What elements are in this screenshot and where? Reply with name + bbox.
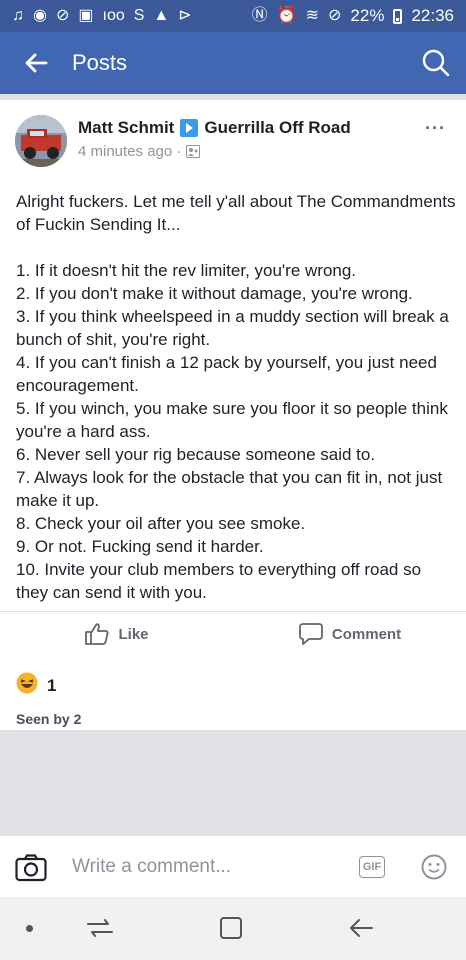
more-options-button[interactable]: ··· <box>425 118 446 139</box>
alert-icon: ▲ <box>153 7 170 24</box>
play-arrow-icon <box>180 119 199 137</box>
camera-icon: ◉ <box>33 7 47 24</box>
nav-dot-icon <box>26 925 33 932</box>
post-meta: 4 minutes ago · <box>78 143 201 160</box>
commandment-9: 9. Or not. Fucking send it harder. <box>16 537 264 556</box>
loo-icon: ıoo <box>102 7 125 24</box>
phone-icon: ⊘ <box>55 7 70 24</box>
commandment-4: 4. If you can't finish a 12 pack by your… <box>16 353 437 395</box>
gif-label: GIF <box>362 861 382 873</box>
gif-button[interactable]: GIF <box>359 856 385 878</box>
comment-input[interactable]: Write a comment... <box>72 856 231 878</box>
commandment-8: 8. Check your oil after you see smoke. <box>16 514 306 533</box>
commandment-7: 7. Always look for the obstacle that you… <box>16 468 443 510</box>
status-bar: ♫ ◉ ⊘ ▣ ıoo S ▲ ⊳ Ⓝ ⏰ ≋ ⊘ 22% 22:36 <box>0 0 466 32</box>
comment-composer: GIF <box>0 835 466 897</box>
seen-by[interactable]: Seen by 2 <box>16 711 81 727</box>
group-name[interactable]: Guerrilla Off Road <box>204 118 350 138</box>
wifi-icon: ≋ <box>305 7 320 24</box>
like-button[interactable]: Like <box>0 612 233 656</box>
commandment-6: 6. Never sell your rig because someone s… <box>16 445 376 464</box>
battery-percent: 22% <box>350 6 385 25</box>
tv-icon: ▣ <box>78 7 94 24</box>
notification-icons: ♫ ◉ ⊘ ▣ ıoo S ▲ ⊳ <box>12 8 192 24</box>
nfc-icon: Ⓝ <box>251 7 268 24</box>
commandment-3: 3. If you think wheelspeed in a muddy se… <box>16 307 449 349</box>
group-audience-icon <box>186 145 201 158</box>
dnd-icon: ⊘ <box>328 7 342 24</box>
recents-icon[interactable] <box>86 916 114 940</box>
app-bar: Posts <box>0 32 466 94</box>
back-arrow-icon <box>25 53 48 73</box>
system-nav-bar <box>0 897 466 960</box>
clock: 22:36 <box>411 6 454 25</box>
reaction-count[interactable]: 1 <box>47 676 56 696</box>
emoji-icon[interactable] <box>421 854 447 880</box>
commandment-10: 10. Invite your club members to everythi… <box>16 560 422 602</box>
author-name[interactable]: Matt Schmit <box>78 118 174 138</box>
alarm-icon: ⏰ <box>276 7 297 24</box>
system-icons: Ⓝ ⏰ ≋ ⊘ 22% 22:36 <box>252 6 454 26</box>
s-icon: S <box>133 7 145 24</box>
page-title: Posts <box>72 50 128 75</box>
thumbs-up-icon <box>85 623 109 645</box>
play-icon: ⊳ <box>178 7 192 24</box>
haha-reaction-icon[interactable] <box>16 672 38 694</box>
search-button[interactable] <box>406 32 466 94</box>
home-icon[interactable] <box>219 916 243 940</box>
post-intro: Alright fuckers. Let me tell y'all about… <box>16 192 456 234</box>
search-icon <box>422 49 450 77</box>
like-label: Like <box>118 625 149 643</box>
camera-icon[interactable] <box>15 854 47 882</box>
commandment-5: 5. If you winch, you make sure you floor… <box>16 399 448 441</box>
battery-icon <box>393 8 403 24</box>
post-body: Alright fuckers. Let me tell y'all about… <box>16 190 456 604</box>
truck-photo-icon <box>15 115 67 167</box>
comment-bubble-icon <box>299 623 323 645</box>
comment-label: Comment <box>331 625 402 643</box>
commandment-2: 2. If you don't make it without damage, … <box>16 284 413 303</box>
post-actions: Like Comment <box>0 611 466 656</box>
commandment-1: 1. If it doesn't hit the rev limiter, yo… <box>16 261 357 280</box>
back-nav-icon[interactable] <box>348 917 374 939</box>
post-header: Matt Schmit Guerrilla Off Road <box>78 118 351 138</box>
music-icon: ♫ <box>12 7 24 24</box>
comment-button[interactable]: Comment <box>233 612 466 656</box>
back-button[interactable] <box>0 32 72 94</box>
avatar[interactable] <box>15 115 67 167</box>
post-timestamp[interactable]: 4 minutes ago · <box>78 143 181 160</box>
